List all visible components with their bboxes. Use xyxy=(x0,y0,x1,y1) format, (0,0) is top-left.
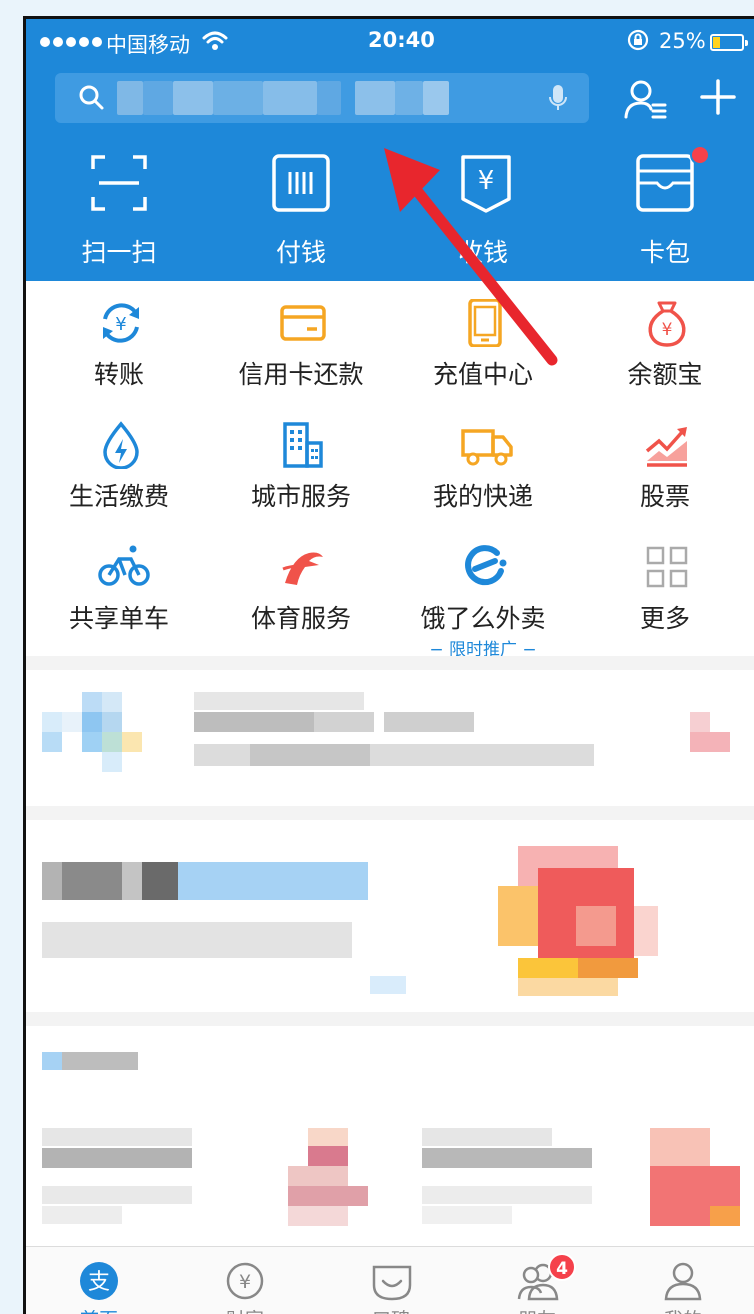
svg-text:¥: ¥ xyxy=(115,314,126,335)
add-plus-icon[interactable] xyxy=(698,77,738,121)
tab-label: 财富 xyxy=(172,1305,318,1314)
search-icon xyxy=(77,83,107,117)
friends-notification-badge: 4 xyxy=(548,1253,576,1281)
tab-label: 我的 xyxy=(610,1305,754,1314)
stock-chart-icon xyxy=(643,421,689,467)
service-city[interactable]: 城市服务 xyxy=(210,403,392,523)
receive-money-icon: ¥ xyxy=(453,153,513,213)
service-label: 体育服务 xyxy=(250,604,351,633)
tab-profile[interactable]: 我的 xyxy=(610,1247,754,1314)
tab-wealth[interactable]: ¥ 财富 xyxy=(172,1247,318,1314)
pay-label: 付钱 xyxy=(275,238,326,267)
barcode-pay-icon xyxy=(271,153,331,213)
service-more[interactable]: 更多 xyxy=(574,525,754,645)
service-label: 更多 xyxy=(639,604,690,633)
bottom-tab-bar: 支 首页 ¥ 财富 口碑 xyxy=(26,1246,754,1314)
status-bar: 中国移动 20:40 25% xyxy=(26,19,754,65)
tab-label: 口碑 xyxy=(318,1305,464,1314)
wealth-icon: ¥ xyxy=(225,1261,265,1301)
service-label: 城市服务 xyxy=(250,482,351,511)
receive-money-button[interactable]: ¥ 收钱 xyxy=(392,141,574,281)
section-divider xyxy=(26,1012,754,1026)
scan-label: 扫一扫 xyxy=(81,238,157,267)
koubei-icon xyxy=(371,1261,412,1301)
receive-money-label: 收钱 xyxy=(457,238,508,267)
phone-recharge-icon xyxy=(461,298,507,348)
section-divider xyxy=(26,656,754,670)
service-label: 共享单车 xyxy=(68,604,169,633)
header: 中国移动 20:40 25% 扫一扫 付钱 ¥ 收钱 卡包 xyxy=(26,19,754,281)
signal-strength-icon xyxy=(40,37,102,47)
card-wallet-notification-dot xyxy=(690,145,710,165)
service-label: 饿了么外卖 xyxy=(420,604,546,633)
eleme-icon xyxy=(461,543,507,589)
card-wallet-label: 卡包 xyxy=(639,238,690,267)
service-label: 我的快递 xyxy=(432,482,533,511)
scan-button[interactable]: 扫一扫 xyxy=(28,141,210,281)
money-bag-icon: ¥ xyxy=(643,299,689,347)
more-grid-icon xyxy=(643,543,689,589)
service-yuebao[interactable]: ¥ 余额宝 xyxy=(574,281,754,401)
service-utilities[interactable]: 生活缴费 xyxy=(28,403,210,523)
service-bike[interactable]: 共享单车 xyxy=(28,525,210,645)
water-drop-icon xyxy=(97,421,143,470)
search-bar[interactable] xyxy=(55,73,589,123)
quick-actions: 扫一扫 付钱 ¥ 收钱 卡包 xyxy=(26,141,754,281)
orientation-lock-icon xyxy=(626,28,650,57)
battery-percentage: 25% xyxy=(659,29,706,53)
content-feed xyxy=(26,656,754,1246)
credit-card-icon xyxy=(279,299,326,345)
service-label: 充值中心 xyxy=(432,360,533,389)
service-label: 生活缴费 xyxy=(68,482,169,511)
wifi-icon xyxy=(202,29,228,58)
battery-icon xyxy=(710,34,748,51)
service-eleme[interactable]: 饿了么外卖 − 限时推广 − xyxy=(392,525,574,660)
pay-button[interactable]: 付钱 xyxy=(210,141,392,281)
service-express[interactable]: 我的快递 xyxy=(392,403,574,523)
svg-text:¥: ¥ xyxy=(662,320,673,340)
sports-icon xyxy=(279,543,325,589)
scan-icon xyxy=(89,153,149,213)
phone-screen: 中国移动 20:40 25% 扫一扫 付钱 ¥ 收钱 卡包 ¥ 转账 信用卡还款… xyxy=(23,16,754,1314)
contacts-icon[interactable] xyxy=(623,77,669,125)
transfer-icon: ¥ xyxy=(97,299,143,345)
service-recharge[interactable]: 充值中心 xyxy=(392,281,574,401)
service-label: 余额宝 xyxy=(627,360,703,389)
service-label: 信用卡还款 xyxy=(238,360,364,389)
service-transfer[interactable]: ¥ 转账 xyxy=(28,281,210,401)
blurred-search-text xyxy=(117,81,143,115)
status-time: 20:40 xyxy=(368,28,435,52)
tab-home[interactable]: 支 首页 xyxy=(26,1247,172,1314)
card-wallet-button[interactable]: 卡包 xyxy=(574,141,754,281)
section-divider xyxy=(26,806,754,820)
building-icon xyxy=(279,421,325,468)
truck-icon xyxy=(461,421,513,467)
tab-friends[interactable]: 4 朋友 xyxy=(464,1247,610,1314)
svg-text:¥: ¥ xyxy=(239,1271,251,1293)
svg-text:支: 支 xyxy=(88,1270,110,1295)
profile-icon xyxy=(663,1261,703,1301)
services-grid: ¥ 转账 信用卡还款 充值中心 ¥ 余额宝 生活缴费 城市服务 我的快递 股票 … xyxy=(26,281,754,660)
tab-label: 朋友 xyxy=(464,1305,610,1314)
service-credit-card[interactable]: 信用卡还款 xyxy=(210,281,392,401)
card-wallet-icon xyxy=(635,153,695,213)
tab-label: 首页 xyxy=(26,1305,172,1314)
carrier-name: 中国移动 xyxy=(106,33,190,57)
tab-koubei[interactable]: 口碑 xyxy=(318,1247,464,1314)
service-sports[interactable]: 体育服务 xyxy=(210,525,392,645)
service-label: 股票 xyxy=(639,482,690,511)
microphone-icon[interactable] xyxy=(547,83,569,117)
bicycle-icon xyxy=(97,543,150,589)
alipay-home-icon: 支 xyxy=(79,1261,119,1301)
service-label: 转账 xyxy=(93,360,144,389)
svg-text:¥: ¥ xyxy=(478,166,495,196)
service-stocks[interactable]: 股票 xyxy=(574,403,754,523)
